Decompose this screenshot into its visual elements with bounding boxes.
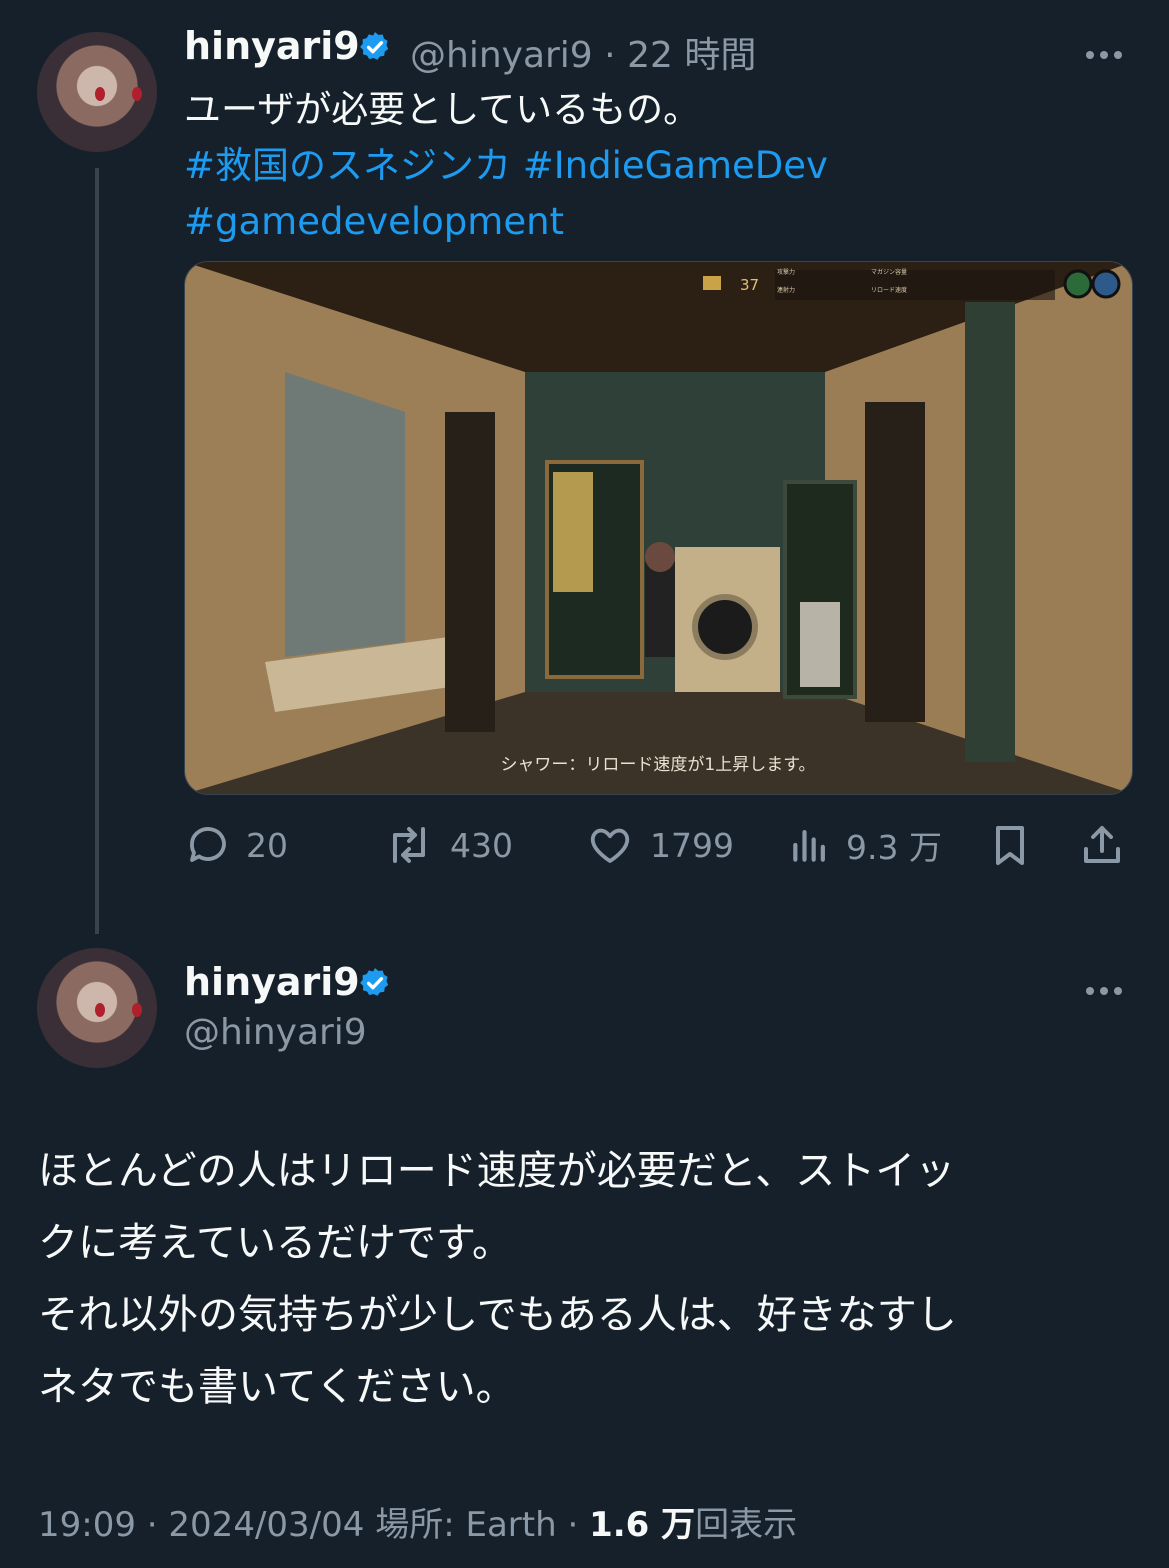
views-count: 1.6 万 <box>589 1505 696 1545</box>
tweet-text: ほとんどの人はリロード速度が必要だと、ストイッ クに考えているだけです。 それ以… <box>38 1135 1128 1423</box>
bookmark-button[interactable] <box>986 815 1048 875</box>
handle[interactable]: @hinyari9 <box>184 1012 367 1053</box>
thread-connector <box>95 168 99 934</box>
hud-stat-label: 攻撃力 <box>777 268 795 276</box>
like-button[interactable]: 1799 <box>584 815 734 875</box>
hashtag-line[interactable]: #救国のスネジンカ #IndieGameDev <box>184 138 1134 194</box>
more-icon[interactable] <box>1086 44 1128 59</box>
tweet-text-line: それ以外の気持ちが少しでもある人は、好きなすし <box>38 1292 957 1338</box>
reply-count: 20 <box>246 825 288 865</box>
tweet-text-line: ネタでも書いてください。 <box>38 1364 516 1410</box>
separator: · <box>567 1505 579 1545</box>
tweet-media-image[interactable]: 37 攻撃力 連射力 マガジン容量 リロード速度 シャワー：リロード速度が1上昇… <box>184 261 1133 795</box>
game-caption: シャワー：リロード速度が1上昇します。 <box>500 755 815 775</box>
tweet-actions: 20 430 1799 9.3 万 <box>184 815 1134 875</box>
timestamp[interactable]: 22 時間 <box>627 35 756 76</box>
hud-stat-label: マガジン容量 <box>871 268 907 276</box>
post-location: 場所: Earth <box>375 1505 557 1545</box>
tweet-meta: 19:09 · 2024/03/04 場所: Earth · 1.6 万回表示 <box>38 1497 797 1546</box>
hashtag-line[interactable]: #gamedevelopment <box>184 194 1134 250</box>
handle[interactable]: @hinyari9 <box>410 35 593 76</box>
repost-count: 430 <box>450 825 513 865</box>
repost-button[interactable]: 430 <box>382 815 513 875</box>
views-label: 回表示 <box>695 1505 798 1545</box>
more-icon[interactable] <box>1086 980 1128 995</box>
bookmark-icon <box>996 826 1024 865</box>
like-icon <box>590 828 630 863</box>
separator: · <box>146 1505 158 1545</box>
share-button[interactable] <box>1078 815 1140 875</box>
tweet-text-line: ほとんどの人はリロード速度が必要だと、ストイッ <box>38 1148 956 1194</box>
avatar[interactable] <box>37 948 157 1068</box>
verified-badge-icon <box>360 968 389 996</box>
hud-stat-label: 連射力 <box>777 286 795 294</box>
avatar[interactable] <box>37 32 157 152</box>
game-scene: 37 攻撃力 連射力 マガジン容量 リロード速度 シャワー：リロード速度が1上昇… <box>185 262 1132 794</box>
views-icon <box>793 830 825 862</box>
display-name[interactable]: hinyari9 <box>184 960 360 1004</box>
views-count: 9.3 万 <box>846 828 942 867</box>
display-name[interactable]: hinyari9 <box>184 24 360 68</box>
reply-icon <box>190 827 226 862</box>
repost-icon <box>393 827 425 863</box>
verified-badge-icon <box>360 32 389 60</box>
post-time[interactable]: 19:09 <box>38 1505 136 1545</box>
views-button[interactable]: 9.3 万 <box>788 815 942 875</box>
tweet-text-line: ユーザが必要としているもの。 <box>184 88 701 131</box>
share-icon <box>1084 826 1120 863</box>
hud-count: 37 <box>740 276 759 294</box>
hud-stat-label: リロード速度 <box>871 286 907 294</box>
separator: · <box>604 35 616 76</box>
reply-button[interactable]: 20 <box>184 815 288 875</box>
like-count: 1799 <box>650 825 734 865</box>
tweet-text-line: クに考えているだけです。 <box>38 1220 512 1266</box>
post-date[interactable]: 2024/03/04 <box>168 1505 364 1545</box>
tweet-text: ユーザが必要としているもの。 #救国のスネジンカ #IndieGameDev #… <box>184 82 1134 250</box>
